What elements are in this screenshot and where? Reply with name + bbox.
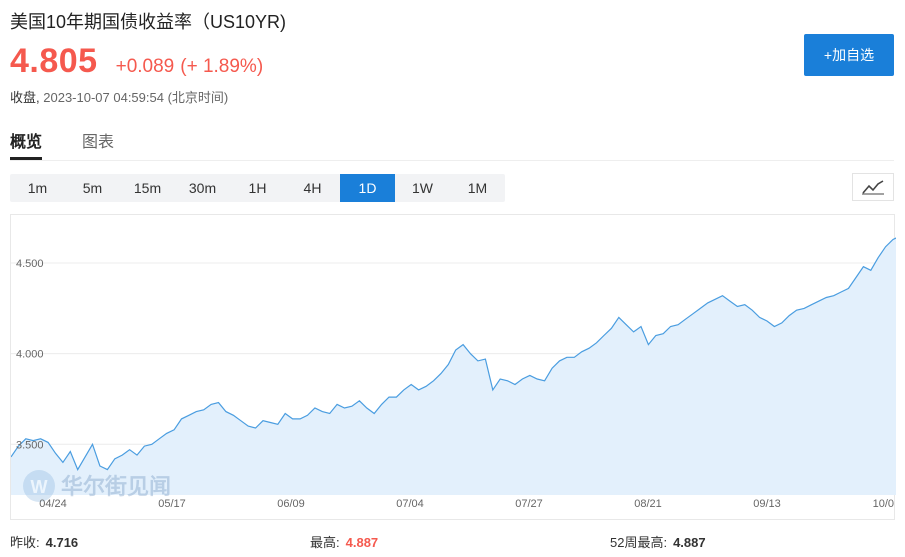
period-selector: 1m 5m 15m 30m 1H 4H 1D 1W 1M <box>10 174 505 202</box>
price-change-percent: (+ 1.89%) <box>180 56 264 77</box>
stat-52w-high-value: 4.887 <box>673 535 706 550</box>
y-tick-label: 3.500 <box>16 439 44 451</box>
period-1m[interactable]: 1m <box>10 174 65 202</box>
chart-container: W 华尔街见闻 3.500 4.000 4.500 04/24 05/17 06/09 07/0… <box>10 214 896 521</box>
period-4h[interactable]: 4H <box>285 174 340 202</box>
x-tick-label: 07/04 <box>396 498 424 510</box>
y-tick-label: 4.500 <box>16 258 44 270</box>
yield-chart[interactable]: W 华尔街见闻 3.500 4.000 4.500 04/24 05/17 06/09 07/0… <box>11 215 896 521</box>
market-status-label: 收盘, <box>10 90 40 105</box>
page-title: 美国10年期国债收益率（US10YR) <box>10 12 287 32</box>
stat-prev-close-value: 4.716 <box>45 535 79 550</box>
timestamp: 2023-10-07 04:59:54 (北京时间) <box>43 90 229 105</box>
tab-bar: 概览 图表 <box>10 128 154 160</box>
period-1w[interactable]: 1W <box>395 174 450 202</box>
stat-52w-high-label: 52周最高: <box>610 535 668 550</box>
price-change: +0.089 <box>115 56 175 77</box>
period-5m[interactable]: 5m <box>65 174 120 202</box>
stat-prev-close-label: 昨收: <box>10 535 40 550</box>
x-tick-label: 05/17 <box>158 498 186 510</box>
period-15m[interactable]: 15m <box>120 174 175 202</box>
stat-prev-close: 昨收: 4.716 <box>10 532 78 551</box>
tab-chart[interactable]: 图表 <box>82 128 114 160</box>
period-1d[interactable]: 1D <box>340 174 395 202</box>
line-chart-icon <box>862 180 884 195</box>
market-status: 收盘, 2023-10-07 04:59:54 (北京时间) <box>10 87 228 106</box>
chart-type-button[interactable] <box>852 173 894 201</box>
stat-high: 最高: 4.887 <box>310 532 378 551</box>
x-tick-label: 10/0 <box>873 498 894 510</box>
x-tick-label: 04/24 <box>39 498 67 510</box>
period-30m[interactable]: 30m <box>175 174 230 202</box>
period-1mo[interactable]: 1M <box>450 174 505 202</box>
y-tick-label: 4.000 <box>16 349 44 361</box>
stats-row: 昨收: 4.716 最高: 4.887 52周最高: 4.887 <box>0 532 905 552</box>
x-tick-label: 08/21 <box>634 498 662 510</box>
tab-overview[interactable]: 概览 <box>10 128 43 160</box>
period-1h[interactable]: 1H <box>230 174 285 202</box>
x-tick-label: 07/27 <box>515 498 543 510</box>
x-tick-label: 06/09 <box>277 498 305 510</box>
tab-divider <box>10 160 894 161</box>
stat-52w-high: 52周最高: 4.887 <box>610 532 706 551</box>
price-row: 4.805 +0.089 (+ 1.89%) <box>10 42 263 81</box>
stat-high-label: 最高: <box>310 535 340 550</box>
current-price: 4.805 <box>10 42 98 80</box>
watermark-glyph: W <box>31 477 48 497</box>
watermark-text: 华尔街见闻 <box>61 474 171 500</box>
x-tick-label: 09/13 <box>753 498 781 510</box>
add-to-watchlist-button[interactable]: +加自选 <box>804 34 894 76</box>
stat-high-value: 4.887 <box>345 535 379 550</box>
